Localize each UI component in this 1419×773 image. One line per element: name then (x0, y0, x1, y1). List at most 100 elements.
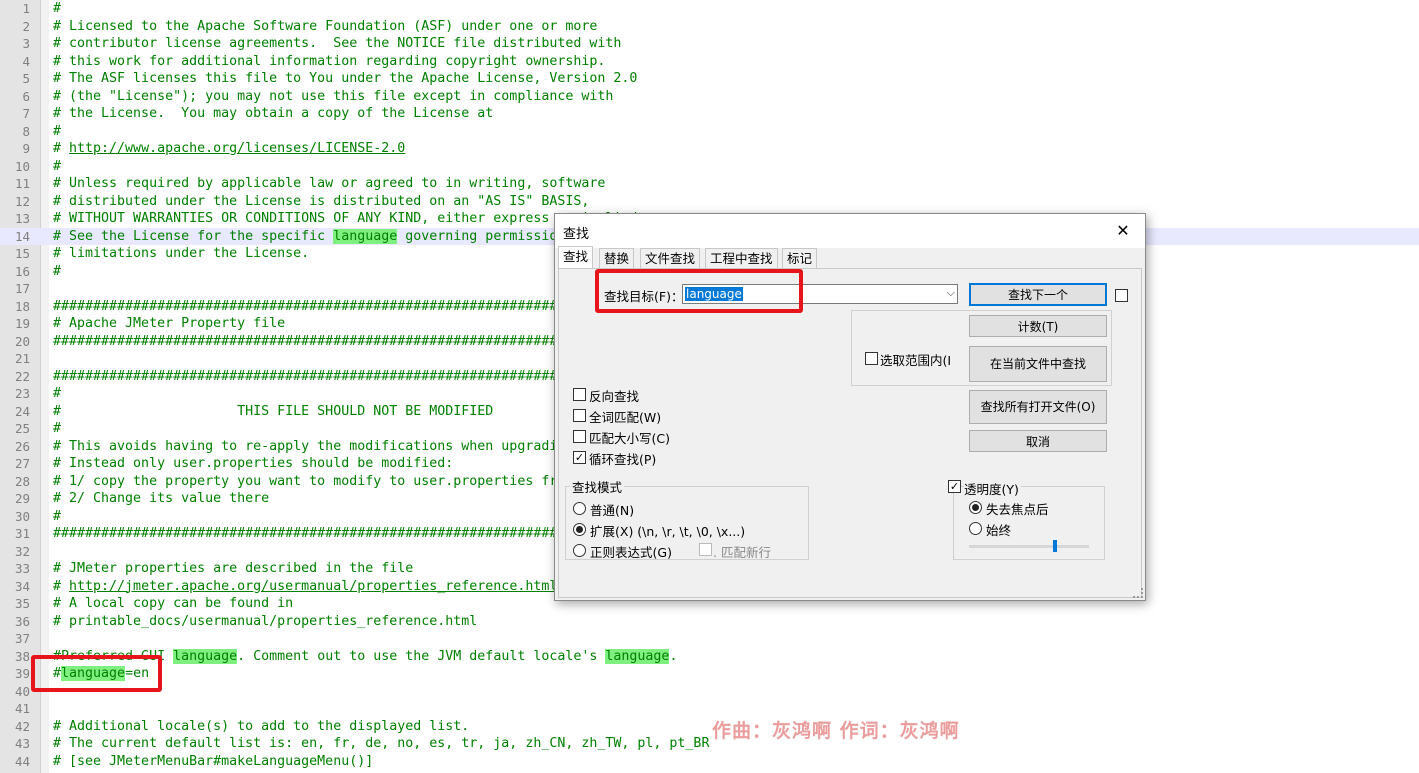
code-segment: # This avoids having to re-apply the mod… (53, 438, 630, 454)
line-number: 33 (14, 561, 30, 576)
line-number: 2 (22, 18, 30, 34)
line-text: # (53, 123, 61, 141)
code-segment: # Apache JMeter Property file (53, 316, 286, 331)
line-text: # Unless required by applicable law or a… (53, 175, 605, 193)
code-line[interactable]: 42 # Additional locale(s) to add to the d… (0, 718, 1419, 736)
find-target-input[interactable]: language ⌵ (682, 284, 958, 304)
link-text[interactable]: http://www.apache.org/licenses/LICENSE-2… (69, 141, 405, 156)
line-number: 29 (14, 491, 30, 506)
code-line[interactable]: 10 # (0, 158, 1419, 176)
find-in-current-file-button[interactable]: 在当前文件中查找 (969, 346, 1107, 382)
whole-word-checkbox[interactable] (573, 409, 586, 422)
mode-normal-radio[interactable] (573, 502, 586, 515)
reverse-search-checkbox[interactable] (573, 388, 586, 401)
code-line[interactable]: 11 # Unless required by applicable law or… (0, 175, 1419, 193)
line-text: # distributed under the License is distr… (53, 193, 589, 211)
tab-replace[interactable]: 替换 (599, 248, 635, 269)
wrap-around-checkbox[interactable]: ✓ (573, 451, 586, 464)
transparency-on-lose-focus-radio[interactable] (969, 501, 982, 514)
transparency-slider-thumb[interactable] (1053, 540, 1057, 552)
line-text: # http://jmeter.apache.org/usermanual/pr… (53, 578, 557, 596)
search-match: language (333, 228, 398, 244)
code-line[interactable]: 37 (0, 630, 1419, 648)
tab-mark[interactable]: 标记 (782, 248, 818, 269)
find-next-button[interactable]: 查找下一个 (969, 283, 1107, 306)
chevron-down-icon[interactable]: ⌵ (947, 286, 955, 300)
code-line[interactable]: 3 # contributor license agreements. See t… (0, 35, 1419, 53)
tab-find-in-files[interactable]: 文件查找 (640, 248, 701, 269)
search-match: language (61, 666, 126, 681)
line-text: #language=en (53, 665, 149, 683)
transparency-label: 透明度(Y) (964, 479, 1021, 498)
code-line[interactable]: 36 # printable_docs/usermanual/properties… (0, 613, 1419, 631)
line-number: 25 (14, 421, 30, 436)
line-text: # this work for additional information r… (53, 53, 605, 71)
code-segment: . Comment out to use the JVM default loc… (237, 648, 606, 664)
line-number: 30 (14, 508, 30, 524)
code-line[interactable]: 40 (0, 683, 1419, 701)
transparency-on-lose-focus-label: 失去焦点后 (986, 502, 1049, 517)
line-number: 36 (14, 613, 30, 629)
code-segment: # (53, 386, 62, 401)
match-case-checkbox[interactable] (573, 430, 586, 443)
line-text: # limitations under the License. (53, 245, 309, 263)
line-text: # JMeter properties are described in the… (53, 560, 413, 578)
count-button[interactable]: 计数(T) (969, 315, 1107, 337)
cancel-button[interactable]: 取消 (969, 430, 1107, 452)
find-dialog[interactable]: 查找 ✕ 查找 替换 文件查找 工程中查找 标记 查找目标(F)： langua… (554, 213, 1146, 601)
dialog-title: 查找 (563, 227, 590, 242)
code-line[interactable]: 7 # the License. You may obtain a copy of… (0, 105, 1419, 123)
find-next-option-checkbox[interactable] (1115, 289, 1128, 302)
line-text: # (53, 158, 61, 176)
code-line[interactable]: 38 #Preferred GUI language. Comment out t… (0, 648, 1419, 666)
find-all-open-files-button[interactable]: 查找所有打开文件(O) (969, 390, 1107, 424)
close-icon[interactable]: ✕ (1111, 219, 1135, 243)
tab-find-in-project[interactable]: 工程中查找 (705, 248, 778, 269)
code-line[interactable]: 43 # The current default list is: en, fr,… (0, 735, 1419, 753)
mode-regex-label: 正则表达式(G) (590, 545, 672, 560)
line-text: # [see JMeterMenuBar#makeLanguageMenu()] (53, 753, 373, 771)
code-segment: # (53, 508, 62, 524)
match-case-label: 匹配大小写(C) (589, 431, 670, 446)
code-segment: # printable_docs/usermanual/properties_r… (53, 613, 478, 629)
code-line[interactable]: 12 # distributed under the License is dis… (0, 193, 1419, 211)
link-text[interactable]: http://jmeter.apache.org/usermanual/prop… (69, 579, 557, 594)
line-number: 44 (14, 753, 30, 769)
transparency-checkbox[interactable]: ✓ (948, 480, 961, 493)
mode-regex-radio[interactable] (573, 544, 586, 557)
code-segment: # (53, 123, 62, 139)
code-line[interactable]: 44 # [see JMeterMenuBar#makeLanguageMenu(… (0, 753, 1419, 771)
mode-extended-radio[interactable] (573, 523, 586, 536)
line-text: # THIS FILE SHOULD NOT BE MODIFIED (53, 403, 493, 421)
line-number: 38 (14, 648, 30, 664)
code-line[interactable]: 4 # this work for additional information … (0, 53, 1419, 71)
code-segment: # See the License for the specific (53, 228, 334, 244)
code-line[interactable]: 2 # Licensed to the Apache Software Found… (0, 18, 1419, 36)
in-selection-checkbox[interactable] (865, 352, 878, 365)
line-number: 16 (14, 263, 30, 279)
search-mode-title: 查找模式 (570, 477, 625, 496)
line-text: # 2/ Change its value there (53, 490, 269, 508)
code-line[interactable]: 9 # http://www.apache.org/licenses/LICENS… (0, 140, 1419, 158)
line-number: 3 (22, 36, 30, 51)
line-number: 35 (14, 596, 30, 611)
line-number: 42 (14, 718, 30, 734)
find-target-value: language (685, 287, 743, 301)
code-line[interactable]: 39 #language=en (0, 665, 1419, 683)
line-number: 26 (14, 438, 30, 454)
dialog-titlebar[interactable]: 查找 ✕ (555, 214, 1145, 248)
code-segment: # THIS FILE SHOULD NOT BE MODIFIED (53, 403, 494, 419)
code-line[interactable]: 41 (0, 700, 1419, 718)
transparency-always-radio[interactable] (969, 522, 982, 535)
resize-grip-icon[interactable] (1133, 588, 1143, 598)
code-segment: # Instead only user.properties should be… (53, 456, 454, 471)
line-number: 31 (14, 526, 30, 541)
line-number: 40 (14, 683, 30, 699)
code-line[interactable]: 1 # (0, 0, 1419, 18)
code-line[interactable]: 5 # The ASF licenses this file to You und… (0, 70, 1419, 88)
transparency-slider-track[interactable] (969, 540, 1089, 552)
tab-find[interactable]: 查找 (558, 246, 594, 269)
code-segment: # JMeter properties are described in the… (53, 561, 414, 576)
code-line[interactable]: 8 # (0, 123, 1419, 141)
code-line[interactable]: 6 # (the "License"); you may not use this… (0, 88, 1419, 106)
